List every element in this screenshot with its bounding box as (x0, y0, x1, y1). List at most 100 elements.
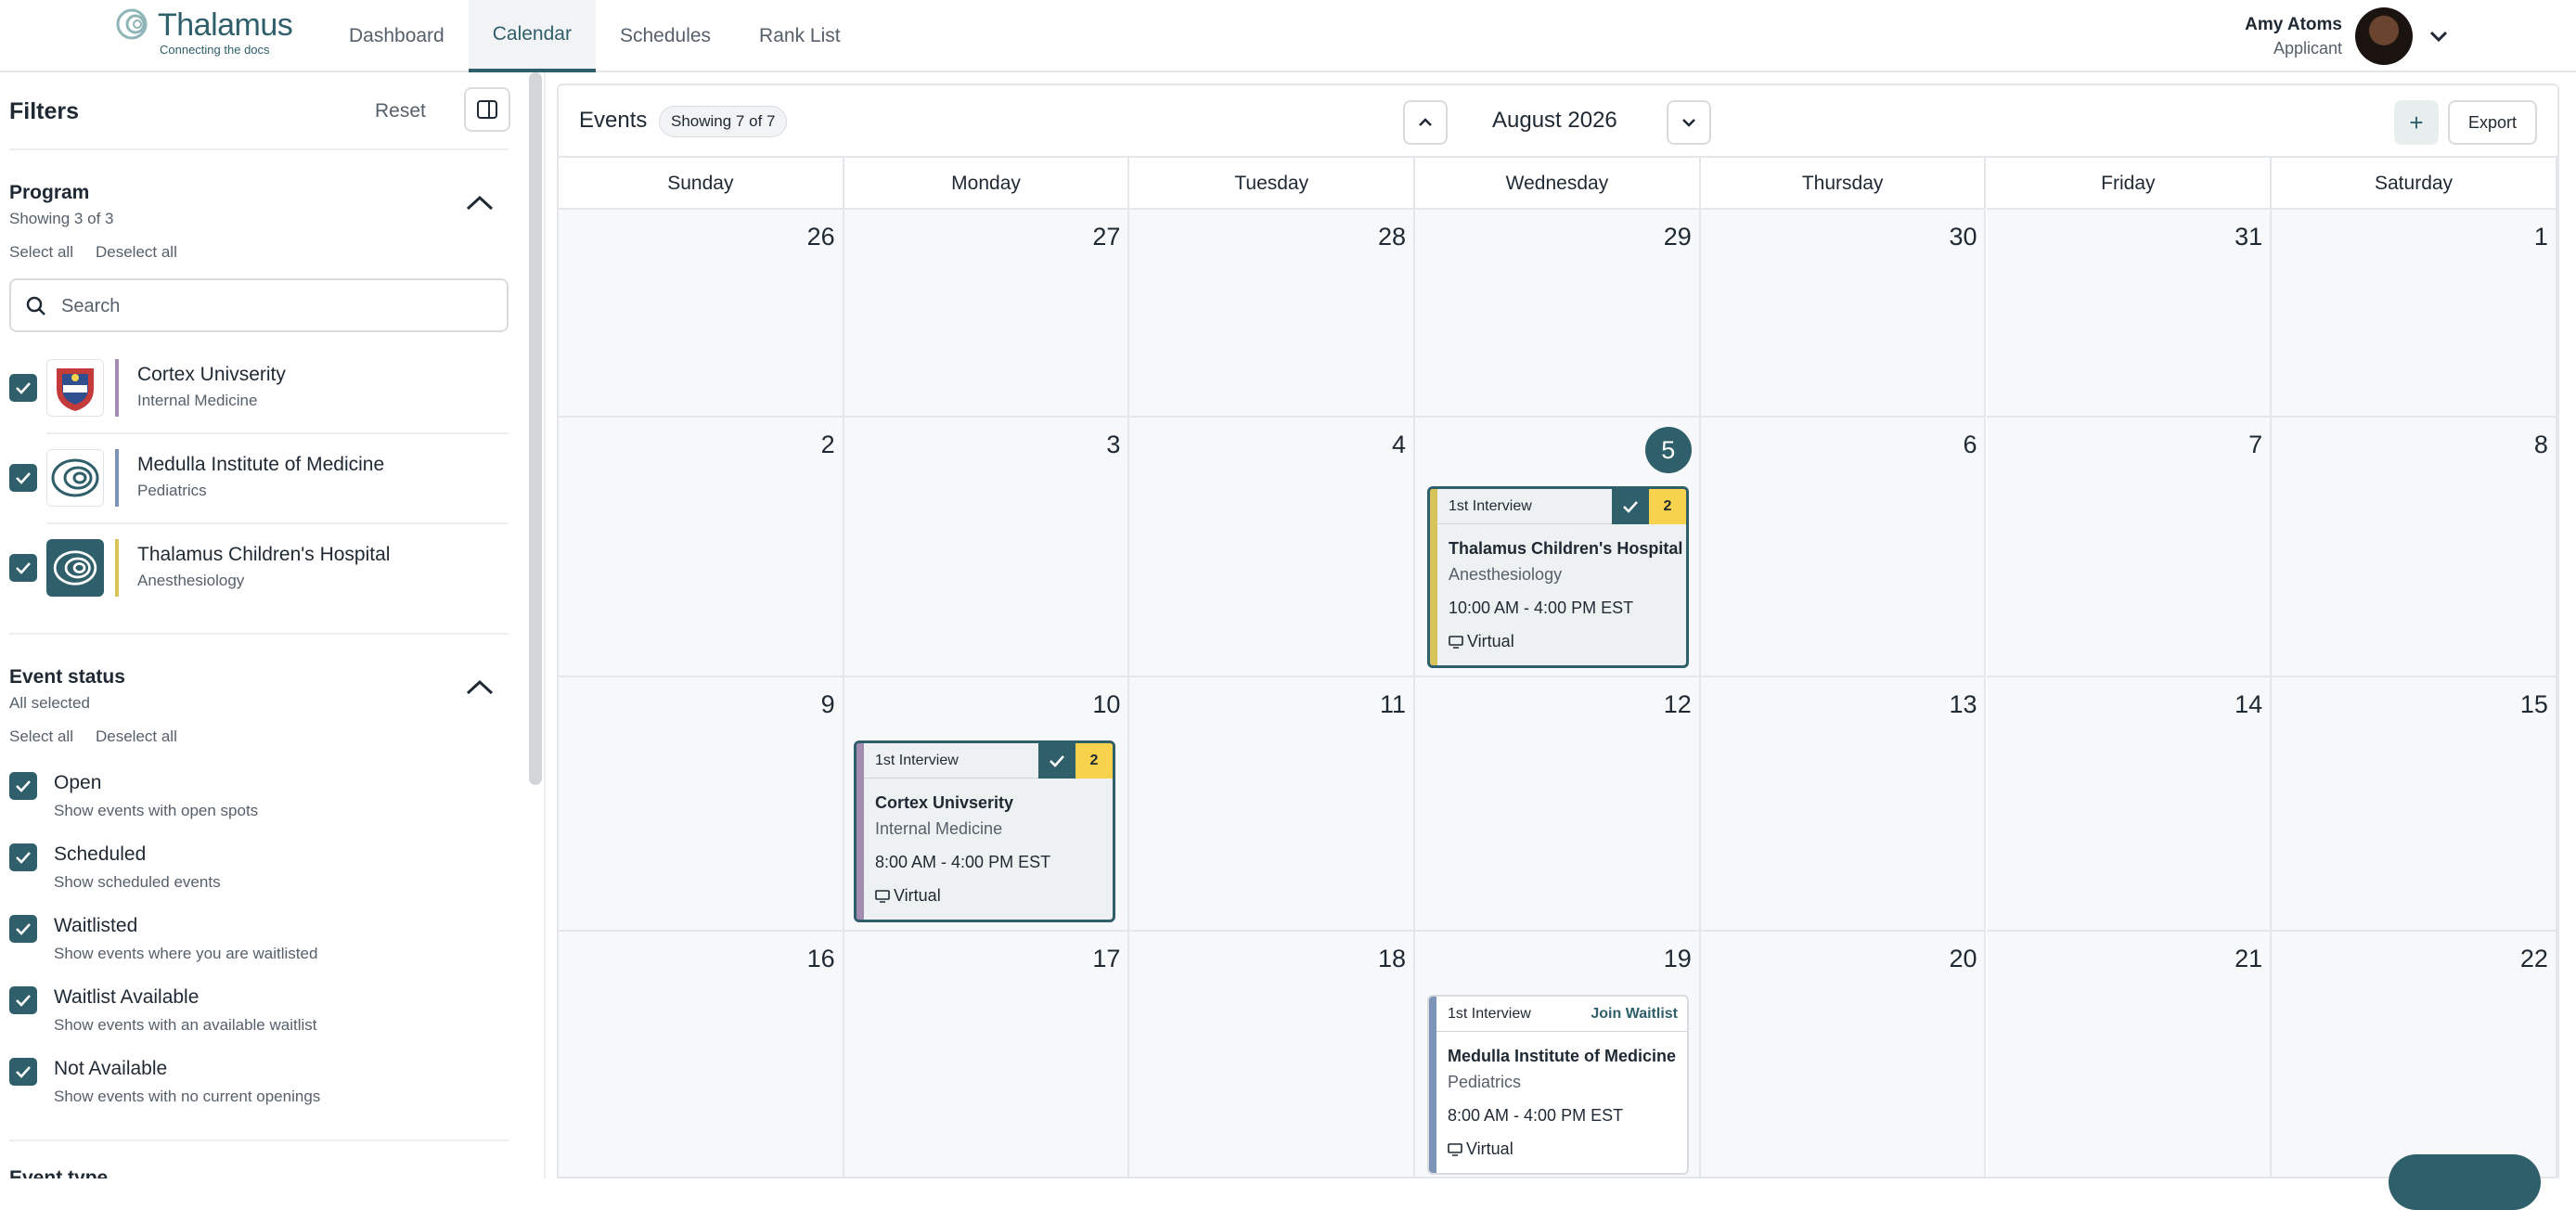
day-cell[interactable]: 16 (559, 932, 844, 1177)
check-icon (16, 923, 31, 935)
day-cell[interactable]: 12 (1415, 677, 1701, 932)
weekday-header: Thursday (1700, 158, 1987, 210)
export-button[interactable]: Export (2448, 100, 2537, 145)
program-section-title: Program (9, 182, 90, 203)
nav-tab-rank-list[interactable]: Rank List (735, 0, 865, 72)
day-number: 31 (2235, 223, 2263, 251)
previous-month-button[interactable] (1403, 100, 1448, 145)
event-org: Cortex Univserity (875, 793, 1014, 812)
divider (544, 72, 546, 1178)
check-icon (16, 562, 31, 574)
event-type: 1st Interview (1448, 1006, 1531, 1022)
user-name: Amy Atoms (2245, 14, 2342, 34)
day-cell[interactable]: 26 (559, 210, 844, 418)
status-checkbox-open[interactable] (9, 772, 37, 800)
day-cell[interactable]: 2 (559, 418, 844, 677)
day-cell[interactable]: 28 (1129, 210, 1416, 418)
add-event-button[interactable]: + (2394, 100, 2439, 145)
day-cell[interactable]: 3 (844, 418, 1130, 677)
nav-tab-calendar[interactable]: Calendar (468, 0, 596, 72)
calendar-header: Events Showing 7 of 7 August 2026 + Expo… (559, 85, 2557, 158)
event-specialty: Anesthesiology (1449, 565, 1563, 584)
program-checkbox-cortex[interactable] (9, 374, 37, 402)
event-count-badge: 2 (1649, 489, 1686, 524)
next-month-button[interactable] (1667, 100, 1711, 145)
program-checkbox-thalamus[interactable] (9, 554, 37, 582)
program-color-bar (115, 539, 119, 597)
avatar[interactable] (2355, 7, 2413, 65)
weekday-header: Tuesday (1129, 158, 1416, 210)
day-number: 12 (1663, 690, 1692, 718)
day-cell[interactable]: 29 (1415, 210, 1701, 418)
join-waitlist-button[interactable]: Join Waitlist (1591, 1006, 1678, 1023)
day-cell[interactable]: 18 (1129, 932, 1416, 1177)
status-label: Waitlisted (54, 915, 138, 936)
day-cell[interactable]: 17 (844, 932, 1130, 1177)
program-deselect-all-link[interactable]: Deselect all (96, 243, 177, 262)
day-number: 29 (1663, 223, 1692, 251)
chevron-up-icon[interactable] (464, 193, 496, 212)
check-icon (16, 382, 31, 394)
event-status-subtitle: All selected (9, 694, 90, 712)
day-cell[interactable]: 1 (2272, 210, 2557, 418)
day-cell[interactable]: 8 (2272, 418, 2557, 677)
program-specialty: Anesthesiology (137, 572, 245, 589)
day-cell[interactable]: 14 (1986, 677, 2273, 932)
weekday-header: Wednesday (1415, 158, 1701, 210)
event-org: Thalamus Children's Hospital (1449, 539, 1683, 558)
day-cell[interactable]: 11 (1129, 677, 1416, 932)
day-cell[interactable]: 6 (1700, 418, 1987, 677)
thalamus-logo[interactable]: Thalamus Connecting the docs (115, 6, 301, 58)
day-cell[interactable]: 27 (844, 210, 1130, 418)
search-icon (26, 296, 45, 315)
user-menu[interactable]: Amy Atoms Applicant (2245, 6, 2448, 67)
event-card-cortex[interactable]: 1st Interview 2 Cortex Univserity Intern… (854, 740, 1115, 922)
day-number: 18 (1378, 945, 1407, 972)
nav-tab-schedules[interactable]: Schedules (596, 0, 735, 72)
event-card-medulla[interactable]: 1st Interview Join Waitlist Medulla Inst… (1427, 995, 1689, 1175)
event-specialty: Internal Medicine (875, 819, 1003, 838)
chevron-down-icon[interactable] (2429, 30, 2448, 43)
day-cell[interactable]: 13 (1700, 677, 1987, 932)
event-color-strip (857, 743, 864, 920)
day-cell[interactable]: 9 (559, 677, 844, 932)
day-cell[interactable]: 22 (2272, 932, 2557, 1177)
program-search-input[interactable]: Search (9, 278, 509, 332)
event-card-thalamus[interactable]: 1st Interview 2 Thalamus Children's Hosp… (1427, 486, 1689, 668)
toggle-panel-button[interactable] (464, 87, 510, 132)
day-cell[interactable]: 20 (1700, 932, 1987, 1177)
current-month: August 2026 (1492, 108, 1617, 133)
status-checkbox-waitlisted[interactable] (9, 915, 37, 943)
program-specialty: Pediatrics (137, 482, 207, 499)
help-chat-button[interactable] (2389, 1154, 2541, 1210)
logo-tagline: Connecting the docs (160, 43, 270, 57)
search-placeholder: Search (61, 296, 121, 316)
day-cell[interactable]: 31 (1986, 210, 2273, 418)
program-checkbox-medulla[interactable] (9, 464, 37, 492)
sidebar-scrollbar[interactable] (529, 72, 542, 785)
status-checkbox-not-available[interactable] (9, 1058, 37, 1086)
status-deselect-all-link[interactable]: Deselect all (96, 727, 177, 746)
status-description: Show events where you are waitlisted (54, 945, 318, 962)
status-checkbox-waitlist-available[interactable] (9, 986, 37, 1014)
day-cell[interactable]: 4 (1129, 418, 1416, 677)
monitor-icon (1449, 636, 1463, 649)
divider (46, 432, 509, 434)
check-icon (1623, 501, 1638, 513)
day-cell[interactable]: 21 (1986, 932, 2273, 1177)
program-select-all-link[interactable]: Select all (9, 243, 73, 262)
status-select-links: Select all Deselect all (9, 727, 177, 746)
day-cell[interactable]: 15 (2272, 677, 2557, 932)
day-cell[interactable]: 30 (1700, 210, 1987, 418)
nav-tab-dashboard[interactable]: Dashboard (325, 0, 469, 72)
status-select-all-link[interactable]: Select all (9, 727, 73, 746)
check-icon (16, 1066, 31, 1078)
chevron-up-icon[interactable] (464, 677, 496, 696)
reset-button[interactable]: Reset (375, 100, 426, 122)
day-number: 22 (2519, 945, 2548, 972)
scheduled-check (1038, 743, 1075, 779)
day-cell[interactable]: 7 (1986, 418, 2273, 677)
day-number: 9 (820, 690, 835, 718)
day-number: 14 (2235, 690, 2263, 718)
status-checkbox-scheduled[interactable] (9, 843, 37, 871)
